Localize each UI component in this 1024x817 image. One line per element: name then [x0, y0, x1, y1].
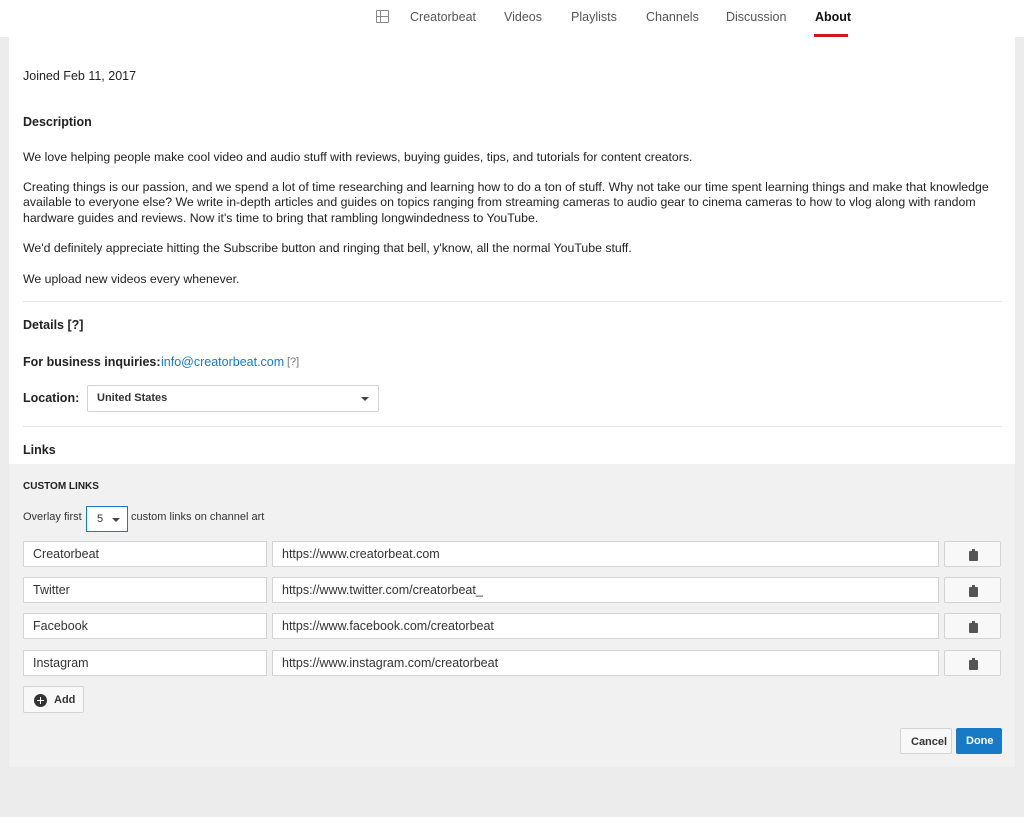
- link-title-value: Instagram: [33, 656, 89, 670]
- link-url-value: https://www.twitter.com/creatorbeat_: [282, 583, 483, 597]
- description-paragraph-4: We upload new videos every whenever.: [23, 272, 240, 286]
- tab-playlists[interactable]: Playlists: [571, 10, 617, 24]
- tab-discussion[interactable]: Discussion: [726, 10, 786, 24]
- cancel-label: Cancel: [911, 736, 948, 748]
- location-value: United States: [97, 392, 168, 404]
- business-help-link[interactable]: [?]: [287, 356, 299, 368]
- delete-link-button[interactable]: [944, 650, 1001, 676]
- done-button[interactable]: Done: [956, 728, 1002, 754]
- divider: [23, 301, 1002, 302]
- chevron-down-icon: [112, 518, 120, 522]
- location-select[interactable]: United States: [87, 385, 379, 412]
- link-url-value: https://www.instagram.com/creatorbeat: [282, 656, 499, 670]
- tab-creatorbeat[interactable]: Creatorbeat: [410, 10, 476, 24]
- trash-icon: [969, 585, 978, 597]
- links-heading: Links: [23, 443, 56, 457]
- custom-links-heading: CUSTOM LINKS: [23, 481, 99, 492]
- business-inquiries-label: For business inquiries:: [23, 355, 161, 369]
- overlay-count-select[interactable]: 5: [86, 506, 128, 532]
- add-circle-icon: [34, 694, 47, 707]
- joined-date: Joined Feb 11, 2017: [23, 69, 137, 83]
- business-email-link[interactable]: info@creatorbeat.com: [161, 355, 284, 369]
- delete-link-button[interactable]: [944, 613, 1001, 639]
- link-title-input[interactable]: Twitter: [23, 577, 267, 603]
- add-link-button[interactable]: Add: [23, 686, 84, 713]
- tab-channels[interactable]: Channels: [646, 10, 699, 24]
- chevron-down-icon: [361, 397, 369, 401]
- link-url-value: https://www.creatorbeat.com: [282, 547, 440, 561]
- add-label: Add: [54, 694, 76, 706]
- done-label: Done: [966, 735, 994, 747]
- overlay-suffix: custom links on channel art: [131, 511, 265, 523]
- description-paragraph-3: We'd definitely appreciate hitting the S…: [23, 241, 632, 255]
- description-paragraph-2: Creating things is our passion, and we s…: [23, 180, 989, 225]
- link-url-input[interactable]: https://www.facebook.com/creatorbeat: [272, 613, 939, 639]
- link-title-input[interactable]: Instagram: [23, 650, 267, 676]
- link-title-input[interactable]: Creatorbeat: [23, 541, 267, 567]
- location-label: Location:: [23, 391, 80, 405]
- about-panel: Joined Feb 11, 2017 Description We love …: [9, 37, 1015, 464]
- tab-about[interactable]: About: [815, 10, 851, 24]
- overlay-count-value: 5: [97, 513, 104, 525]
- channel-nav: Creatorbeat Videos Playlists Channels Di…: [0, 0, 1024, 37]
- delete-link-button[interactable]: [944, 577, 1001, 603]
- link-title-value: Twitter: [33, 583, 70, 597]
- link-title-value: Facebook: [33, 619, 88, 633]
- delete-link-button[interactable]: [944, 541, 1001, 567]
- link-url-input[interactable]: https://www.instagram.com/creatorbeat: [272, 650, 939, 676]
- trash-icon: [969, 549, 978, 561]
- description-paragraph-1: We love helping people make cool video a…: [23, 150, 693, 164]
- details-heading[interactable]: Details [?]: [23, 318, 83, 332]
- trash-icon: [969, 621, 978, 633]
- tab-videos[interactable]: Videos: [504, 10, 542, 24]
- divider: [23, 426, 1002, 427]
- link-url-input[interactable]: https://www.twitter.com/creatorbeat_: [272, 577, 939, 603]
- grid-icon[interactable]: [376, 10, 389, 23]
- link-title-input[interactable]: Facebook: [23, 613, 267, 639]
- link-url-input[interactable]: https://www.creatorbeat.com: [272, 541, 939, 567]
- link-url-value: https://www.facebook.com/creatorbeat: [282, 619, 494, 633]
- link-title-value: Creatorbeat: [33, 547, 100, 561]
- overlay-prefix: Overlay first: [23, 511, 82, 523]
- trash-icon: [969, 658, 978, 670]
- custom-links-editor: CUSTOM LINKS Overlay first 5 custom link…: [9, 464, 1015, 767]
- description-heading: Description: [23, 115, 92, 129]
- cancel-button[interactable]: Cancel: [900, 728, 952, 754]
